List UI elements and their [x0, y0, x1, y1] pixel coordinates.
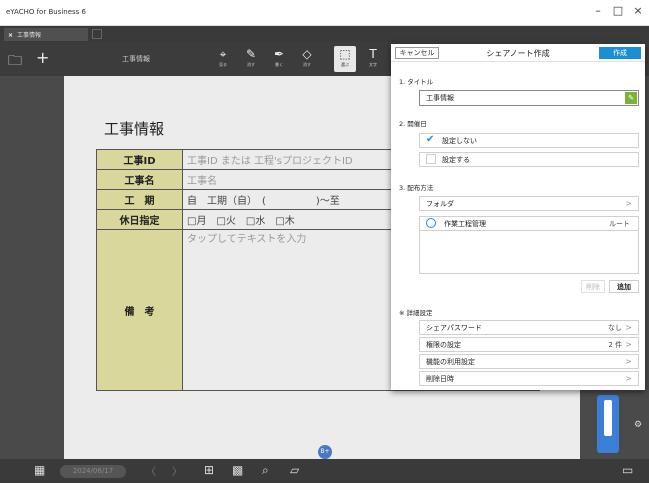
detail-share-password[interactable]: シェアパスワード なし >: [419, 320, 639, 335]
folder-item[interactable]: 作業工程管理 ルート: [419, 216, 639, 231]
label-remarks: 備 考: [96, 229, 183, 391]
calendar-icon[interactable]: ▦: [34, 463, 45, 477]
tool-text[interactable]: T 文字: [362, 46, 384, 72]
detail-feature-settings[interactable]: 機能の利用設定 >: [419, 354, 639, 369]
radio-icon: [426, 218, 436, 228]
section-title-label: 1. タイトル: [399, 78, 434, 86]
detail-value: 2 件: [608, 341, 622, 349]
hold-option-none[interactable]: ✔ 設定しない: [419, 133, 639, 148]
title-input[interactable]: 工事情報 ✎: [419, 90, 639, 106]
next-page-button[interactable]: 〉: [172, 463, 182, 478]
marker-icon: ✒: [273, 47, 285, 61]
app-title: eYACHO for Business 6: [6, 8, 86, 16]
window-icon[interactable]: ▭: [622, 463, 633, 477]
date-selector[interactable]: 2024/06/17: [60, 465, 126, 478]
section-distribute-label: 3. 配布方法: [399, 184, 434, 192]
popup-header: シェアノート作成 キャンセル 作成: [391, 44, 645, 62]
cancel-button[interactable]: キャンセル: [395, 47, 439, 59]
label-period: 工 期: [96, 189, 183, 210]
add-button[interactable]: 追加: [609, 280, 639, 293]
folder-tag: ルート: [609, 220, 630, 228]
sheet-title: 工事情報: [104, 120, 165, 138]
text-icon: T: [369, 47, 377, 61]
chevron-right-icon: >: [625, 323, 632, 332]
chevron-right-icon: >: [625, 357, 632, 366]
section-detail-label: ※ 詳細設定: [399, 309, 433, 317]
create-button[interactable]: 作成: [599, 47, 641, 59]
detail-delete-date[interactable]: 削除日時 >: [419, 371, 639, 386]
close-window-button[interactable]: ×: [630, 4, 646, 17]
grid-icon[interactable]: ▩: [232, 463, 243, 477]
page-add-button[interactable]: B+: [318, 445, 332, 459]
tab-bar: × 工事情報: [0, 26, 649, 42]
shape-icon[interactable]: ▱: [290, 463, 299, 477]
distribute-folder-row[interactable]: フォルダ >: [419, 196, 639, 211]
tab-koji-joho[interactable]: × 工事情報: [4, 28, 88, 41]
eraser-icon: ◇: [302, 47, 312, 61]
tool-palette-icon[interactable]: ⚙: [634, 420, 642, 430]
minimize-button[interactable]: –: [590, 4, 606, 17]
chevron-right-icon: >: [625, 374, 632, 383]
label-holidays: 休日指定: [96, 209, 183, 230]
document-title: 工事情報: [122, 55, 150, 63]
share-note-popup: シェアノート作成 キャンセル 作成 1. タイトル 工事情報 ✎ 2. 開催日 …: [391, 44, 645, 390]
detail-value: なし: [608, 324, 622, 332]
close-tab-icon[interactable]: ×: [8, 32, 13, 39]
checkbox-icon: [426, 154, 436, 164]
label-koji-id: 工事ID: [96, 149, 183, 170]
edit-icon[interactable]: ✎: [625, 92, 637, 104]
chevron-right-icon: >: [625, 199, 632, 208]
window-titlebar: eYACHO for Business 6 – □ ×: [0, 0, 649, 26]
select-icon: ⬚: [339, 47, 351, 61]
folder-list: [419, 230, 639, 274]
plus-icon[interactable]: +: [36, 48, 49, 67]
maximize-button[interactable]: □: [610, 4, 626, 17]
title-input-value: 工事情報: [426, 94, 454, 102]
search-page-icon[interactable]: ⌕: [262, 463, 269, 478]
add-page-icon[interactable]: ⊞: [204, 463, 214, 477]
folder-icon[interactable]: 🗀: [8, 50, 22, 74]
pen-icon: ✎: [245, 47, 257, 61]
tool-eraser[interactable]: ◇ 消す: [296, 46, 318, 72]
tool-write[interactable]: ✒ 書く: [268, 46, 290, 72]
tool-select[interactable]: ⬚ 選ぶ: [334, 46, 356, 72]
prev-page-button[interactable]: 〈: [146, 463, 156, 478]
detail-permissions[interactable]: 権限の設定 2 件 >: [419, 337, 639, 352]
delete-button[interactable]: 削除: [581, 280, 605, 293]
view-icon: ⌖: [219, 47, 227, 61]
label-koji-name: 工事名: [96, 169, 183, 190]
tab-label: 工事情報: [17, 32, 42, 39]
checkmark-icon: ✔: [426, 134, 435, 145]
tool-view[interactable]: ⌖ 見る: [212, 46, 234, 72]
chevron-right-icon: >: [625, 340, 632, 349]
section-hold-label: 2. 開催日: [399, 120, 427, 128]
slider-handle[interactable]: [604, 400, 612, 436]
bottom-bar: ▦ 2024/06/17 〈 〉 ⊞ ▩ ⌕ ▱ ▭: [0, 459, 649, 483]
new-tab-button[interactable]: [92, 29, 102, 39]
tool-pen[interactable]: ✎ 消す: [240, 46, 262, 72]
hold-option-set[interactable]: 設定する: [419, 152, 639, 167]
